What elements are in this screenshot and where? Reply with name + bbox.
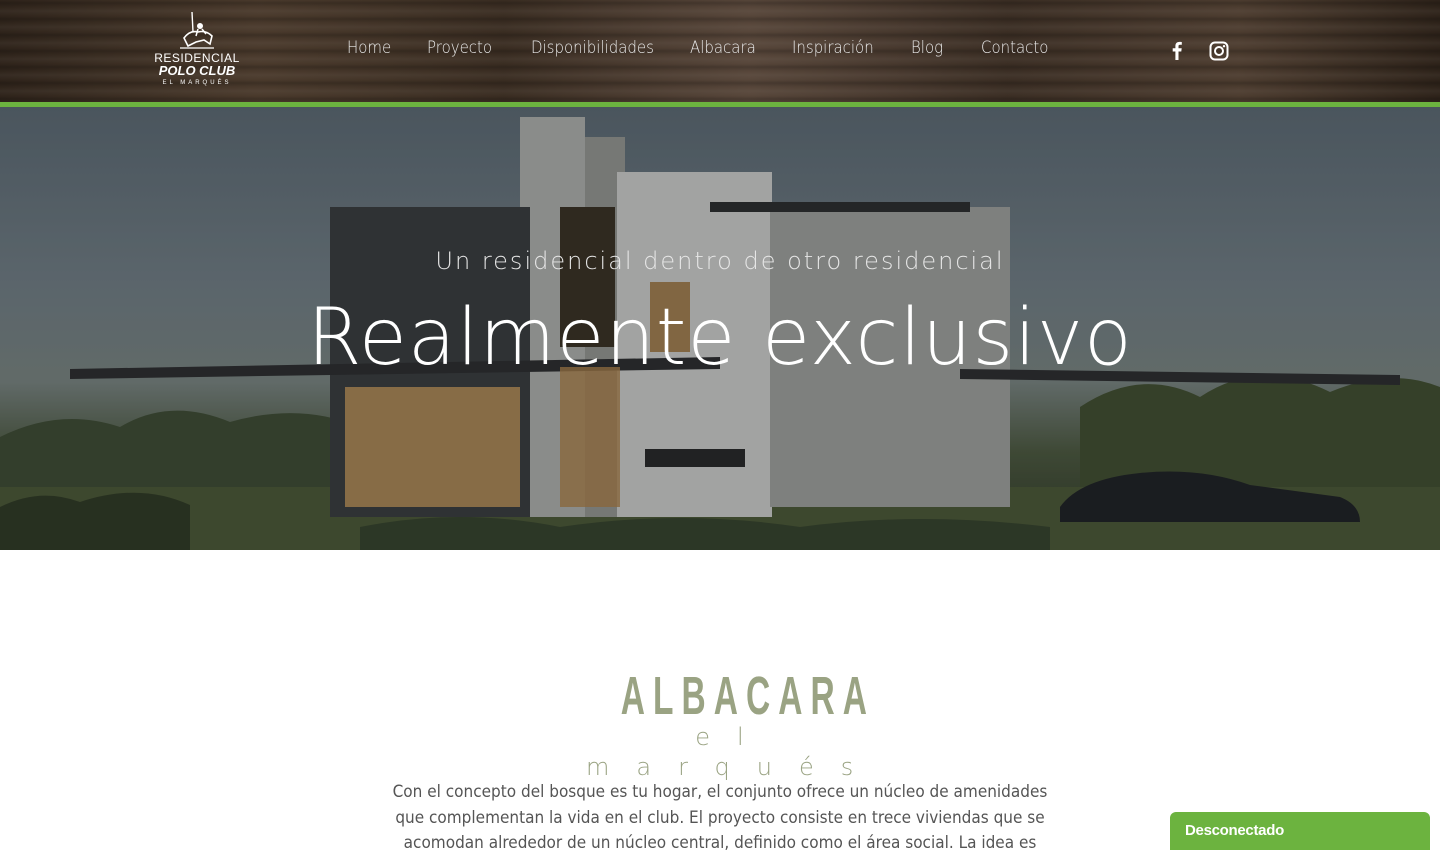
brand-subtitle: el marqués	[586, 723, 881, 781]
nav-item-proyecto[interactable]: Proyecto	[427, 38, 492, 58]
chat-widget-button[interactable]: Desconectado	[1170, 812, 1430, 850]
logo-line-polo-club: POLO CLUB	[158, 63, 236, 78]
hero-title: Realmente exclusivo	[307, 293, 1133, 383]
site-header: RESIDENCIAL POLO CLUB EL MARQUÉS Home Pr…	[0, 0, 1440, 102]
nav-item-home[interactable]: Home	[347, 38, 391, 58]
hero-banner: Un residencial dentro de otro residencia…	[0, 107, 1440, 550]
hero-tagline: Un residencial dentro de otro residencia…	[435, 247, 1005, 275]
nav-item-albacara[interactable]: Albacara	[690, 38, 756, 58]
nav-item-blog[interactable]: Blog	[911, 38, 943, 58]
logo-line-el-marques: EL MARQUÉS	[162, 80, 232, 86]
chat-status-label: Desconectado	[1185, 822, 1284, 839]
facebook-icon	[1172, 41, 1182, 60]
intro-paragraph: Con el concepto del bosque es tu hogar, …	[392, 782, 1048, 850]
instagram-link[interactable]	[1208, 38, 1230, 64]
instagram-icon	[1209, 41, 1229, 61]
albacara-logo: ALBACARA el marqués	[560, 666, 881, 782]
brand-name: ALBACARA	[620, 666, 875, 726]
nav-item-contacto[interactable]: Contacto	[981, 38, 1048, 58]
nav-item-disponibilidades[interactable]: Disponibilidades	[531, 38, 654, 58]
nav-item-inspiracion[interactable]: Inspiración	[792, 38, 874, 58]
facebook-link[interactable]	[1168, 38, 1186, 64]
